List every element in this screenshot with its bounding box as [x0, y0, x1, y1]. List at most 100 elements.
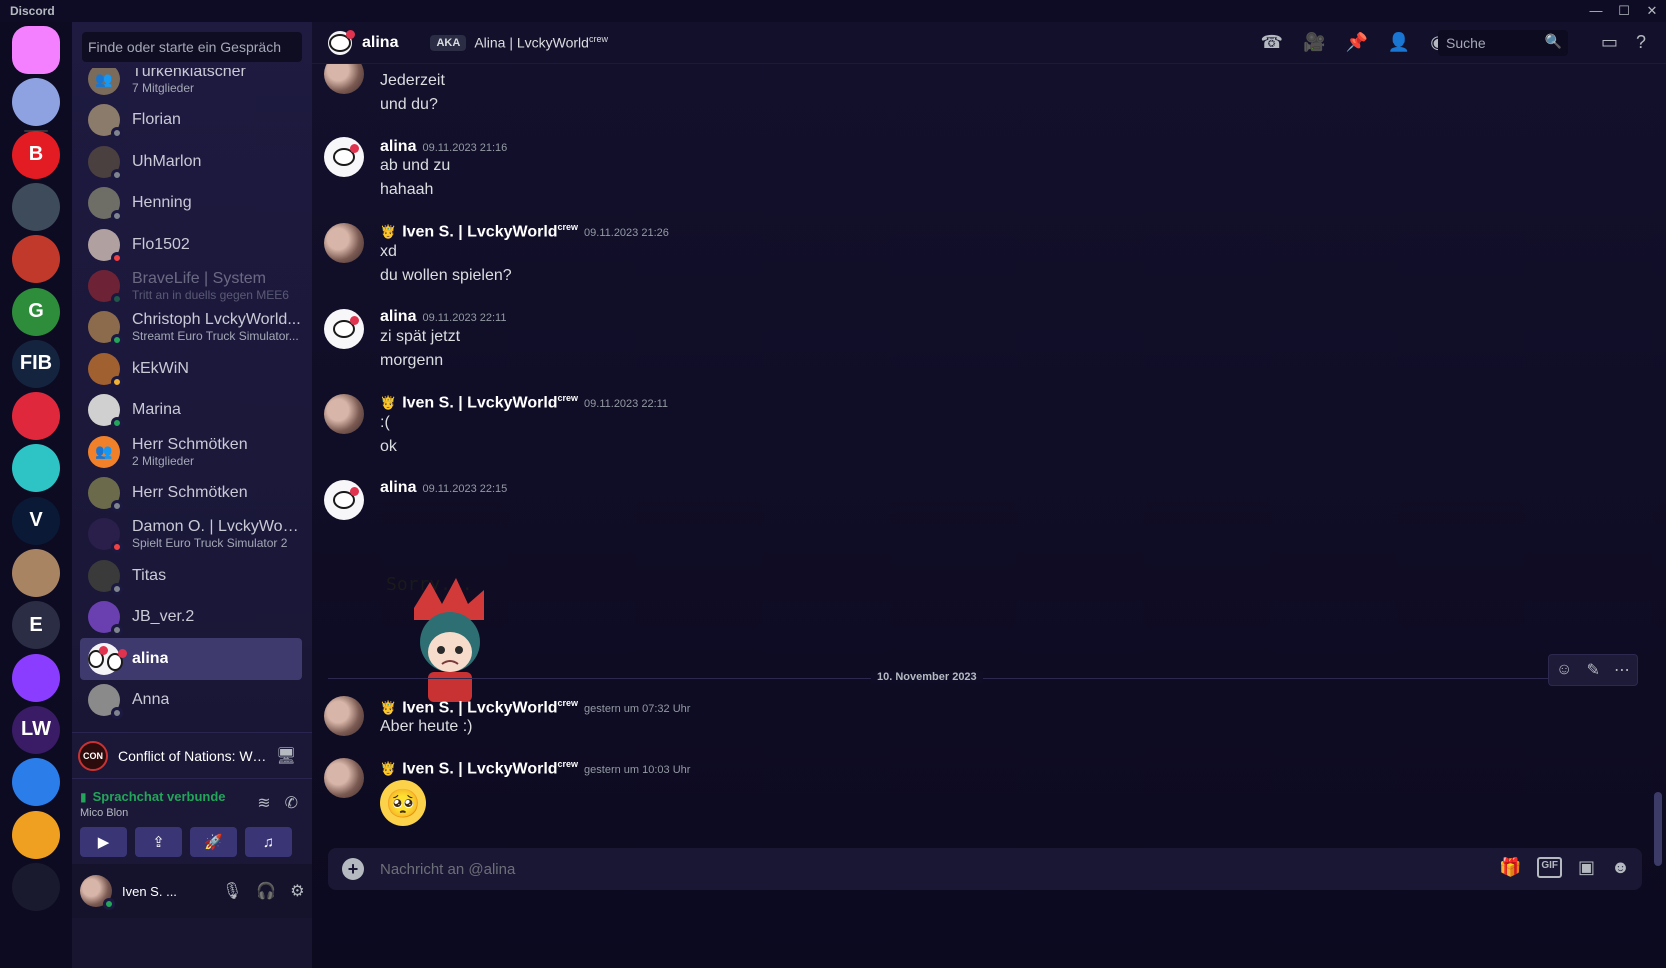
message-author[interactable]: 🤴 Iven S. | LvckyWorldcrew09.11.2023 22:1…: [380, 393, 668, 412]
window-controls: — ☐ ✕: [1582, 3, 1666, 19]
camera-button[interactable]: ▶: [80, 827, 127, 857]
dm-item[interactable]: 👥 Türkenklatscher 7 Mitglieder: [80, 68, 302, 100]
scrollbar[interactable]: [1654, 72, 1662, 866]
message-input[interactable]: [380, 860, 1380, 878]
close-button[interactable]: ✕: [1638, 3, 1666, 19]
dm-item[interactable]: JB_ver.2: [80, 596, 302, 638]
user-name[interactable]: Iven S. ...: [122, 884, 192, 899]
add-attachment-button[interactable]: +: [342, 858, 364, 880]
server-label: G: [28, 300, 44, 322]
dm-name: Herr Schmötken: [132, 435, 248, 453]
settings-gear-icon[interactable]: ⚙: [290, 881, 304, 901]
message-author[interactable]: 🤴 Iven S. | LvckyWorldcrewgestern um 07:3…: [380, 698, 690, 717]
screen-share-button[interactable]: ⇪: [135, 827, 182, 857]
message-avatar[interactable]: [324, 137, 364, 177]
video-call-icon[interactable]: 🎥: [1303, 32, 1325, 53]
message-avatar[interactable]: [324, 309, 364, 349]
message-author[interactable]: 🤴 Iven S. | LvckyWorldcrewgestern um 10:0…: [380, 759, 690, 778]
inbox-icon[interactable]: ▭: [1601, 32, 1618, 53]
dm-item[interactable]: Titas: [80, 555, 302, 597]
screen-share-icon[interactable]: 🖥: [276, 746, 296, 766]
soundboard-button[interactable]: ♫: [245, 827, 292, 857]
user-avatar[interactable]: [80, 875, 115, 910]
message-avatar[interactable]: [324, 223, 364, 263]
voice-channel-name[interactable]: Mico Blon: [80, 807, 128, 819]
dm-avatar: [88, 518, 123, 554]
server-icon[interactable]: [12, 182, 60, 231]
server-icon[interactable]: [12, 235, 60, 284]
add-friend-icon[interactable]: 👤: [1388, 32, 1410, 53]
noise-suppression-icon[interactable]: ≋: [257, 793, 270, 813]
dm-item[interactable]: Christoph LvckyWorld... Streamt Euro Truc…: [80, 306, 302, 348]
emoji-icon[interactable]: ☻: [1611, 857, 1630, 878]
server-icon[interactable]: [12, 392, 60, 441]
status-dot: [103, 898, 115, 910]
message-author[interactable]: alina 09.11.2023 22:11: [380, 308, 506, 326]
help-icon[interactable]: ?: [1636, 32, 1646, 53]
dm-item[interactable]: Herr Schmötken: [80, 472, 302, 514]
server-icon[interactable]: B: [12, 130, 60, 179]
activity-button[interactable]: 🚀: [190, 827, 237, 857]
server-icon[interactable]: V: [12, 496, 60, 545]
add-reaction-icon[interactable]: ☺: [1556, 661, 1572, 679]
minimize-button[interactable]: —: [1582, 3, 1610, 19]
dm-item[interactable]: 👥 Herr Schmötken 2 Mitglieder: [80, 431, 302, 473]
voice-status[interactable]: ▮ Sprachchat verbunde: [80, 789, 226, 804]
aka-name: Alina | LvckyWorldcrew: [474, 34, 608, 51]
server-icon[interactable]: G: [12, 287, 60, 336]
edit-icon[interactable]: ✎: [1586, 660, 1599, 680]
more-options-icon[interactable]: ⋯: [1614, 660, 1630, 680]
server-icon[interactable]: [12, 653, 60, 702]
server-icon[interactable]: [12, 78, 60, 127]
server-icon[interactable]: [12, 26, 60, 74]
server-icon[interactable]: [12, 810, 60, 859]
headphones-icon[interactable]: 🎧: [256, 881, 276, 901]
pinned-messages-icon[interactable]: 📌: [1345, 32, 1367, 53]
message-avatar[interactable]: [324, 64, 364, 94]
message-avatar[interactable]: [324, 758, 364, 798]
server-icon[interactable]: [12, 444, 60, 493]
dm-subtitle: Tritt an in duells gegen MEE6: [132, 288, 289, 302]
message-author[interactable]: alina 09.11.2023 21:16: [380, 138, 507, 156]
dm-item[interactable]: UhMarlon: [80, 141, 302, 183]
server-icon[interactable]: [12, 758, 60, 807]
dm-item[interactable]: kEkWiN: [80, 348, 302, 390]
server-icon[interactable]: [12, 862, 60, 911]
dm-name: alina: [132, 649, 169, 667]
message-avatar[interactable]: [324, 394, 364, 434]
gift-icon[interactable]: 🎁: [1499, 857, 1521, 878]
sticker-icon[interactable]: ▣: [1578, 857, 1595, 878]
message-avatar[interactable]: [324, 480, 364, 520]
dm-item[interactable]: Florian: [80, 99, 302, 141]
dm-item[interactable]: Henning: [80, 182, 302, 224]
dm-item[interactable]: Damon O. | LvckyWorl... Spielt Euro Truck…: [80, 513, 302, 555]
dm-item[interactable]: Flo1502: [80, 224, 302, 266]
message-author[interactable]: alina 09.11.2023 22:15: [380, 479, 507, 497]
dm-name: kEkWiN: [132, 359, 189, 377]
dm-item[interactable]: Marina: [80, 389, 302, 431]
dm-item[interactable]: Anna: [80, 679, 302, 721]
message-avatar[interactable]: [324, 696, 364, 736]
activity-panel[interactable]: CON Conflict of Nations: Wo... 🖥: [72, 732, 312, 778]
maximize-button[interactable]: ☐: [1610, 3, 1638, 19]
status-dot: [111, 251, 123, 264]
dm-sidebar: Finde oder starte ein Gespräch 👥 Türkenkl…: [72, 22, 312, 968]
server-label: E: [29, 613, 43, 636]
dm-item[interactable]: alina: [80, 637, 302, 680]
pleading-face-emoji: 🥺: [380, 780, 426, 826]
message-author[interactable]: 🤴 Iven S. | LvckyWorldcrew09.11.2023 21:2…: [380, 222, 669, 241]
message-text: zi spät jetzt: [380, 328, 461, 345]
server-icon[interactable]: FIB: [12, 339, 60, 388]
voice-call-icon[interactable]: ☎: [1261, 32, 1283, 53]
server-icon[interactable]: LW: [12, 705, 60, 754]
search-icon: 🔍: [1544, 33, 1562, 49]
sorry-sticker[interactable]: Sorry...: [380, 568, 520, 708]
dm-item[interactable]: BraveLife | System Tritt an in duells geg…: [80, 265, 302, 307]
gif-button[interactable]: GIF: [1537, 857, 1563, 878]
signal-icon: ▮: [80, 789, 87, 804]
disconnect-icon[interactable]: ✆: [285, 793, 298, 813]
microphone-icon[interactable]: 🎙: [222, 881, 242, 901]
server-icon[interactable]: [12, 549, 60, 597]
server-icon[interactable]: E: [12, 601, 60, 650]
dm-search-input[interactable]: Finde oder starte ein Gespräch: [82, 32, 302, 62]
